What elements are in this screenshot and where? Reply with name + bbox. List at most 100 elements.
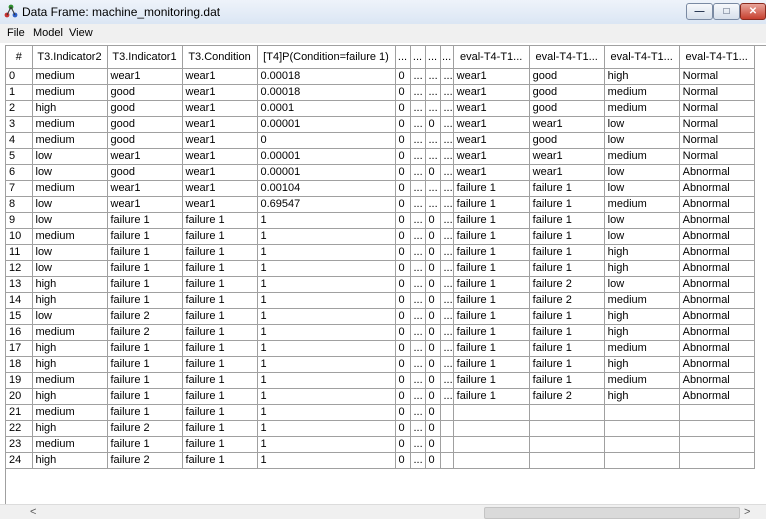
table-cell[interactable]: failure 1 — [182, 420, 258, 437]
table-row[interactable]: 5 low wear1 wear1 0.00001 0......... wear1 wear… — [6, 148, 755, 165]
table-cell[interactable]: wear1 — [107, 196, 183, 213]
table-cell[interactable]: failure 1 — [107, 260, 183, 277]
table-cell[interactable]: 0 — [425, 244, 441, 261]
table-cell[interactable]: 1 — [257, 228, 396, 245]
table-cell[interactable]: 1 — [257, 388, 396, 405]
column-header[interactable]: ... — [425, 46, 441, 69]
maximize-button[interactable]: □ — [713, 3, 740, 20]
table-cell[interactable]: good — [107, 132, 183, 149]
table-cell[interactable]: ... — [440, 260, 454, 277]
table-row[interactable]: 15 low failure 2 failure 1 1 0... 0... failure … — [6, 308, 755, 325]
table-cell[interactable]: Abnormal — [679, 180, 755, 197]
table-cell[interactable]: medium — [32, 228, 108, 245]
table-cell[interactable] — [604, 436, 680, 453]
table-cell[interactable]: failure 1 — [453, 324, 530, 341]
column-header[interactable]: T3.Condition — [182, 46, 258, 69]
table-cell[interactable]: 1 — [257, 308, 396, 325]
table-cell[interactable]: 0 — [257, 132, 396, 149]
table-cell[interactable]: 0 — [425, 340, 441, 357]
table-cell[interactable] — [529, 436, 605, 453]
table-cell[interactable]: failure 1 — [529, 228, 605, 245]
table-cell[interactable]: 0.00001 — [257, 164, 396, 181]
table-cell[interactable]: ... — [440, 308, 454, 325]
table-cell[interactable]: ... — [440, 180, 454, 197]
table-cell[interactable]: failure 1 — [107, 372, 183, 389]
table-cell[interactable]: ... — [425, 84, 441, 101]
table-cell[interactable]: failure 2 — [107, 420, 183, 437]
table-cell[interactable]: Abnormal — [679, 164, 755, 181]
table-cell[interactable]: medium — [604, 340, 680, 357]
table-cell[interactable]: ... — [410, 212, 426, 229]
table-cell[interactable]: wear1 — [182, 84, 258, 101]
table-cell[interactable]: low — [32, 244, 108, 261]
table-cell[interactable]: 0 — [395, 436, 411, 453]
table-cell[interactable]: 0 — [395, 372, 411, 389]
table-cell[interactable]: low — [604, 132, 680, 149]
table-row[interactable]: 19 medium failure 1 failure 1 1 0... 0... failu… — [6, 372, 755, 389]
table-cell[interactable]: failure 1 — [453, 372, 530, 389]
table-row[interactable]: 22 high failure 2 failure 1 1 0... 0 — [6, 420, 755, 437]
table-cell[interactable]: failure 1 — [529, 244, 605, 261]
column-header[interactable]: eval-T4-T1... — [679, 46, 755, 69]
table-cell[interactable]: Abnormal — [679, 292, 755, 309]
table-cell[interactable]: failure 1 — [107, 340, 183, 357]
table-cell[interactable]: low — [604, 116, 680, 133]
table-cell[interactable]: ... — [410, 388, 426, 405]
table-cell[interactable]: ... — [440, 132, 454, 149]
table-cell[interactable]: Abnormal — [679, 356, 755, 373]
table-cell[interactable]: Normal — [679, 100, 755, 117]
table-cell[interactable]: ... — [440, 292, 454, 309]
table-cell[interactable]: 0 — [425, 292, 441, 309]
table-cell[interactable]: 0 — [425, 308, 441, 325]
table-row[interactable]: 1 medium good wear1 0.00018 0......... wear1 go… — [6, 84, 755, 101]
column-header[interactable]: T3.Indicator1 — [107, 46, 183, 69]
table-cell[interactable]: ... — [440, 100, 454, 117]
table-cell[interactable]: 0 — [395, 356, 411, 373]
table-cell[interactable]: good — [107, 116, 183, 133]
table-cell[interactable]: low — [32, 164, 108, 181]
table-cell[interactable]: Normal — [679, 132, 755, 149]
table-cell[interactable]: failure 1 — [529, 196, 605, 213]
table-cell[interactable]: Abnormal — [679, 260, 755, 277]
table-cell[interactable]: 0 — [395, 388, 411, 405]
table-cell[interactable]: ... — [410, 196, 426, 213]
table-cell[interactable]: Normal — [679, 84, 755, 101]
table-cell[interactable]: 0 — [425, 356, 441, 373]
table-cell[interactable]: 0.00001 — [257, 148, 396, 165]
table-cell[interactable]: 0 — [395, 68, 411, 85]
table-cell[interactable]: failure 1 — [453, 180, 530, 197]
table-cell[interactable]: Abnormal — [679, 276, 755, 293]
minimize-button[interactable]: — — [686, 3, 713, 20]
table-cell[interactable]: Abnormal — [679, 388, 755, 405]
table-cell[interactable]: 1 — [257, 276, 396, 293]
table-cell[interactable]: 0 — [395, 132, 411, 149]
table-cell[interactable]: 1 — [257, 260, 396, 277]
scroll-left-arrow-icon[interactable]: < — [30, 506, 36, 518]
table-cell[interactable]: failure 2 — [529, 292, 605, 309]
table-cell[interactable]: ... — [410, 436, 426, 453]
column-header[interactable]: ... — [440, 46, 454, 69]
table-cell[interactable]: wear1 — [182, 164, 258, 181]
table-cell[interactable]: low — [604, 276, 680, 293]
table-cell[interactable]: 1 — [257, 436, 396, 453]
table-cell[interactable]: failure 1 — [182, 452, 258, 469]
table-cell[interactable]: Abnormal — [679, 372, 755, 389]
table-cell[interactable]: ... — [410, 68, 426, 85]
table-cell[interactable]: ... — [410, 148, 426, 165]
table-cell[interactable]: wear1 — [453, 68, 530, 85]
table-cell[interactable]: ... — [410, 100, 426, 117]
table-cell[interactable] — [440, 452, 454, 469]
table-cell[interactable]: 0 — [395, 340, 411, 357]
table-cell[interactable]: Abnormal — [679, 228, 755, 245]
table-cell[interactable]: failure 1 — [182, 244, 258, 261]
table-cell[interactable]: failure 1 — [453, 244, 530, 261]
table-cell[interactable]: failure 1 — [529, 324, 605, 341]
table-cell[interactable]: 1 — [257, 420, 396, 437]
table-cell[interactable]: failure 2 — [107, 452, 183, 469]
table-cell[interactable]: failure 1 — [453, 308, 530, 325]
table-cell[interactable]: Abnormal — [679, 324, 755, 341]
table-cell[interactable]: 0 — [395, 164, 411, 181]
table-cell[interactable]: failure 1 — [107, 388, 183, 405]
table-cell[interactable]: 0 — [425, 260, 441, 277]
table-cell[interactable] — [440, 404, 454, 421]
